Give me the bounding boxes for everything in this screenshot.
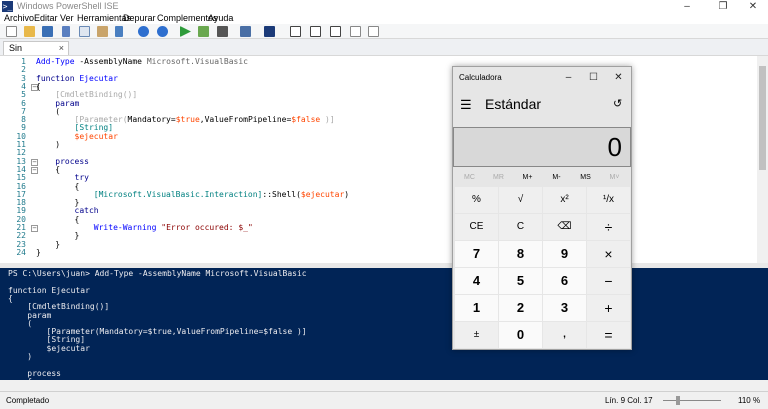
start-powershell-icon[interactable]	[264, 26, 275, 37]
restore-button[interactable]: ❐	[708, 0, 738, 13]
subtract-button[interactable]: −	[587, 268, 630, 294]
calculator-window: Calculadora – ☐ ✕ ☰ Estándar ↺ 0 MC MR M…	[452, 66, 632, 350]
clear-console-icon[interactable]	[115, 26, 123, 37]
menu-ver[interactable]: Ver	[60, 13, 74, 24]
undo-icon[interactable]	[138, 26, 149, 37]
memory-store-button[interactable]: MS	[571, 171, 600, 185]
digit-0-button[interactable]: 0	[499, 322, 542, 348]
digit-7-button[interactable]: 7	[455, 241, 498, 267]
zoom-level: 110 %	[738, 396, 761, 405]
digit-6-button[interactable]: 6	[543, 268, 586, 294]
square-root-button[interactable]: √	[499, 187, 542, 213]
code-line: )	[55, 140, 61, 149]
divide-button[interactable]: ÷	[587, 214, 630, 240]
menu-bar: Archivo Editar Ver Herramientas Depurar …	[0, 13, 768, 24]
show-script-top-icon[interactable]	[290, 26, 301, 37]
script-editor[interactable]: 1 2 3 4 5 6 7 8 9 10 11 12 13 14 15 16 1…	[0, 55, 768, 263]
paste-icon[interactable]	[97, 26, 108, 37]
status-text: Completado	[6, 396, 50, 405]
copy-icon[interactable]	[79, 26, 90, 37]
window-title: Windows PowerShell ISE	[17, 1, 119, 11]
status-bar: Completado Lín. 9 Col. 17 110 %	[0, 391, 768, 409]
decimal-separator-button[interactable]: ,	[543, 322, 586, 348]
square-button[interactable]: x²	[543, 187, 586, 213]
calculator-display: 0	[453, 127, 631, 167]
script-tabs: Sin título1.ps1* ×	[0, 39, 768, 66]
digit-1-button[interactable]: 1	[455, 295, 498, 321]
calculator-mode: Estándar	[485, 96, 542, 112]
close-button[interactable]: ✕	[738, 0, 768, 13]
memory-subtract-button[interactable]: M-	[542, 171, 571, 185]
tab-script[interactable]: Sin título1.ps1* ×	[3, 41, 69, 66]
zoom-slider-thumb[interactable]	[676, 396, 680, 405]
new-remote-tab-icon[interactable]	[240, 26, 251, 37]
tab-close-icon[interactable]: ×	[59, 42, 64, 55]
digit-8-button[interactable]: 8	[499, 241, 542, 267]
open-icon[interactable]	[24, 26, 35, 37]
equals-button[interactable]: =	[587, 322, 630, 348]
code-line: Add-Type -AssemblyName Microsoft.VisualB…	[36, 57, 248, 66]
console-scrollbar[interactable]	[0, 380, 768, 391]
code-line: }	[36, 247, 41, 257]
digit-5-button[interactable]: 5	[499, 268, 542, 294]
scrollbar-thumb[interactable]	[759, 66, 766, 170]
console-line: function Ejecutar	[8, 285, 90, 295]
stop-icon[interactable]	[217, 26, 228, 37]
calculator-close-button[interactable]: ✕	[606, 67, 631, 89]
multiply-button[interactable]: ×	[587, 241, 630, 267]
line-number: 24	[16, 247, 26, 257]
calculator-title: Calculadora	[459, 73, 502, 82]
menu-archivo[interactable]: Archivo	[4, 13, 34, 24]
menu-depurar[interactable]: Depurar	[123, 13, 156, 24]
digit-9-button[interactable]: 9	[543, 241, 586, 267]
menu-editar[interactable]: Editar	[34, 13, 58, 24]
zoom-slider-track[interactable]	[663, 400, 721, 401]
history-icon[interactable]: ↺	[613, 97, 622, 111]
show-script-max-icon[interactable]	[330, 26, 341, 37]
menu-ayuda[interactable]: Ayuda	[208, 13, 233, 24]
run-selection-icon[interactable]	[198, 26, 209, 37]
hamburger-menu-icon[interactable]: ☰	[460, 98, 472, 112]
code-line: function Ejecutar	[36, 73, 118, 83]
negate-button[interactable]: ±	[455, 322, 498, 348]
clear-entry-button[interactable]: CE	[455, 214, 498, 240]
digit-3-button[interactable]: 3	[543, 295, 586, 321]
console-pane[interactable]: PS C:\Users\juan> Add-Type -AssemblyName…	[0, 268, 768, 380]
backspace-button[interactable]: ⌫	[543, 214, 586, 240]
new-file-icon[interactable]	[6, 26, 17, 37]
toolbar	[0, 24, 768, 39]
calculator-maximize-button[interactable]: ☐	[581, 67, 606, 89]
show-script-right-icon[interactable]	[310, 26, 321, 37]
memory-clear-button[interactable]: MC	[455, 171, 484, 185]
digit-2-button[interactable]: 2	[499, 295, 542, 321]
redo-icon[interactable]	[157, 26, 168, 37]
reciprocal-button[interactable]: ¹/x	[587, 187, 630, 213]
cut-icon[interactable]	[62, 26, 70, 37]
clear-button[interactable]: C	[499, 214, 542, 240]
minimize-button[interactable]: –	[672, 0, 702, 13]
add-button[interactable]: +	[587, 295, 630, 321]
memory-list-button[interactable]: M˅	[600, 171, 629, 185]
digit-4-button[interactable]: 4	[455, 268, 498, 294]
percent-button[interactable]: %	[455, 187, 498, 213]
memory-recall-button[interactable]: MR	[484, 171, 513, 185]
calculator-title-bar: Calculadora – ☐ ✕	[453, 67, 631, 89]
line-number-gutter: 1 2 3 4 5 6 7 8 9 10 11 12 13 14 15 16 1…	[0, 56, 26, 263]
code-line: [Microsoft.VisualBasic.Interaction]::She…	[93, 189, 350, 199]
show-command-window-icon[interactable]	[350, 26, 361, 37]
console-line: )	[8, 352, 33, 361]
title-bar: >_ Windows PowerShell ISE – ❐ ✕	[0, 0, 768, 13]
calculator-header: ☰ Estándar ↺	[453, 89, 631, 121]
memory-add-button[interactable]: M+	[513, 171, 542, 185]
save-icon[interactable]	[42, 26, 53, 37]
cursor-position: Lín. 9 Col. 17	[605, 396, 653, 405]
editor-scrollbar[interactable]	[757, 56, 768, 263]
powershell-ise-icon: >_	[2, 1, 13, 12]
show-command-addon-icon[interactable]	[368, 26, 379, 37]
calculator-minimize-button[interactable]: –	[556, 67, 581, 89]
console-line: PS C:\Users\juan> Add-Type -AssemblyName…	[8, 269, 307, 278]
run-icon[interactable]	[180, 26, 191, 37]
